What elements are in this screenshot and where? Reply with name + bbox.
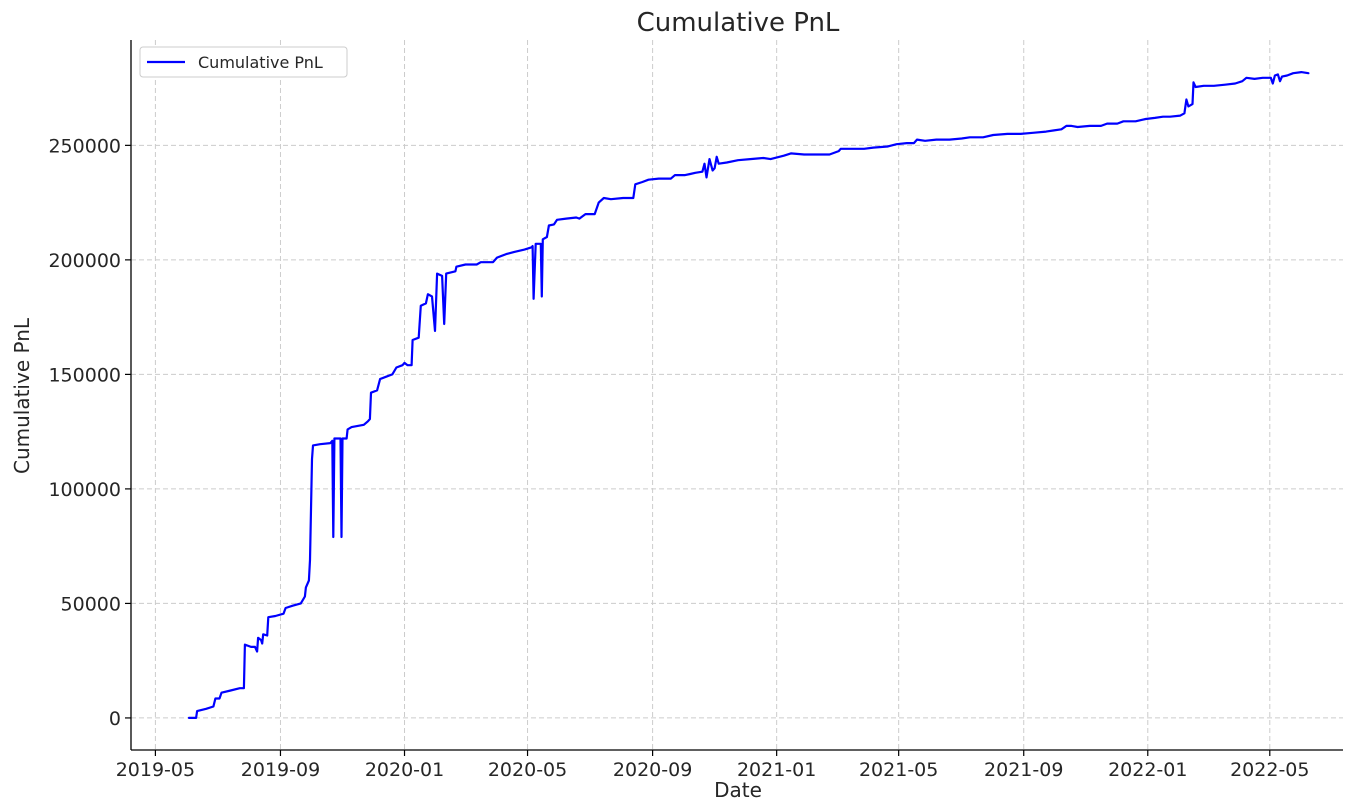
y-axis-label: Cumulative PnL: [10, 317, 34, 474]
y-tick-label: 250000: [48, 135, 121, 157]
chart-title: Cumulative PnL: [637, 8, 840, 38]
x-tick-label: 2019-05: [116, 759, 195, 781]
series-line-cumulative-pnl: [187, 70, 1310, 720]
x-tick-label: 2020-05: [488, 759, 567, 781]
x-axis-label: Date: [714, 778, 762, 802]
grid-lines: [131, 40, 1343, 750]
x-tick-label: 2019-09: [241, 759, 320, 781]
x-tick-label: 2021-05: [859, 759, 938, 781]
y-axis-ticks: 0 50000 100000 150000 200000 250000: [48, 135, 131, 730]
legend: Cumulative PnL: [139, 46, 348, 78]
series-layer: [187, 70, 1310, 720]
y-tick-label: 200000: [48, 250, 121, 272]
x-tick-label: 2020-09: [613, 759, 692, 781]
x-tick-label: 2021-09: [984, 759, 1063, 781]
legend-label-cumulative-pnl: Cumulative PnL: [198, 53, 323, 72]
x-axis-ticks: 2019-05 2019-09 2020-01 2020-05 2020-09 2021-…: [116, 750, 1309, 781]
y-tick-label: 150000: [48, 364, 121, 386]
y-tick-label: 50000: [61, 593, 121, 615]
y-tick-label: 100000: [48, 479, 121, 501]
x-tick-label: 2020-01: [365, 759, 444, 781]
cumulative-pnl-chart: Cumulative PnL 2019-05 2019-09 2020-01 2020…: [10, 8, 1343, 802]
y-tick-label: 0: [109, 708, 121, 730]
axes: [130, 40, 1343, 751]
x-tick-label: 2022-01: [1108, 759, 1187, 781]
x-tick-label: 2022-05: [1230, 759, 1309, 781]
